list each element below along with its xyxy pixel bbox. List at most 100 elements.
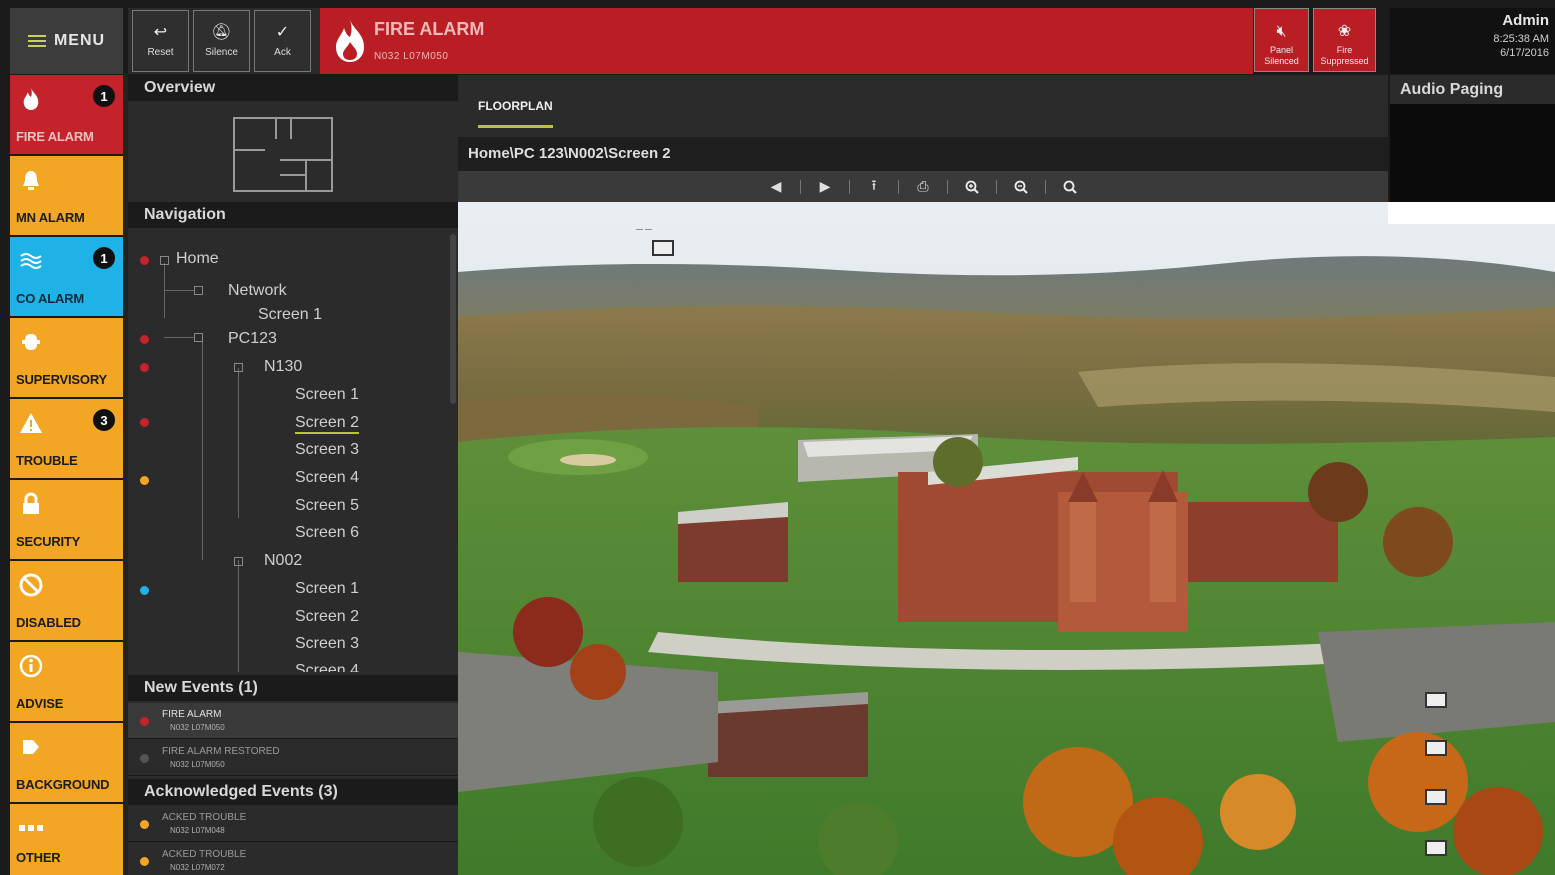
collapse-icon[interactable] [194,333,203,342]
audio-paging-header: Audio Paging [1390,75,1555,104]
user-name: Admin [1502,12,1549,29]
category-label: BACKGROUND [16,777,110,792]
menu-label: MENU [53,32,106,49]
category-mn-alarm[interactable]: MN ALARM [10,156,123,235]
tree-node-home[interactable]: Home [176,250,219,268]
tree-node-screen[interactable]: Screen 6 [295,524,359,542]
tree-node-screen[interactable]: Screen 5 [295,497,359,515]
device-marker[interactable] [1425,740,1447,756]
side-panel: Overview Navigation Home Network Screen … [128,75,458,875]
event-title: FIRE ALARM RESTORED [162,746,280,757]
tree-node-screen[interactable]: Screen 2 [295,608,359,626]
status-dot [140,857,149,866]
zoom-fit-icon[interactable] [1058,176,1082,198]
category-other[interactable]: OTHER [10,804,123,875]
event-subtitle: N032 L07M072 [170,863,225,872]
ack-events-header: Acknowledged Events (3) [128,779,458,805]
category-disabled[interactable]: DISABLED [10,561,123,640]
category-label: FIRE ALARM [16,129,94,144]
tree-node-screen[interactable]: Screen 1 [258,306,322,324]
action-toolbar: ↩ Reset 🔕︎ Silence ✓ Ack [128,8,320,74]
lock-icon [18,492,44,516]
event-row[interactable]: ACKED TROUBLE N032 L07M072 [128,843,458,875]
forward-icon[interactable]: ▶ [813,176,837,198]
status-dot [140,754,149,763]
new-events-header: New Events (1) [128,675,458,701]
collapse-icon[interactable] [194,286,203,295]
floorplan-image[interactable]: — — [458,202,1555,875]
device-marker[interactable] [1425,789,1447,805]
category-advise[interactable]: ADVISE [10,642,123,721]
event-subtitle: N032 L07M048 [170,826,225,835]
device-marker[interactable] [652,240,674,256]
status-dot [140,476,149,485]
event-row[interactable]: FIRE ALARM RESTORED N032 L07M050 [128,740,458,776]
ack-button[interactable]: ✓ Ack [254,10,311,72]
overview-header: Overview [128,75,458,101]
fire-suppressed-icon: ❀ [1337,22,1352,40]
tree-node-screen-selected[interactable]: Screen 2 [295,414,360,434]
navigation-tree: Home Network Screen 1 PC123 N130 Screen … [128,228,458,672]
collapse-icon[interactable] [234,557,243,566]
category-security[interactable]: SECURITY [10,480,123,559]
category-label: DISABLED [16,615,81,630]
event-title: ACKED TROUBLE [162,849,247,860]
category-trouble[interactable]: 3 TROUBLE [10,399,123,478]
category-background[interactable]: BACKGROUND [10,723,123,802]
gas-icon [18,249,44,273]
event-title: FIRE ALARM [162,709,222,720]
tree-node-screen[interactable]: Screen 1 [295,580,359,598]
tree-scrollbar[interactable] [450,234,456,404]
category-supervisory[interactable]: SUPERVISORY [10,318,123,397]
status-dot [140,418,149,427]
device-marker[interactable] [1425,840,1447,856]
tree-node-n002[interactable]: N002 [264,552,302,570]
status-label: Panel [1269,44,1294,55]
panel-silenced-status: 🔇︎ Panel Silenced [1254,8,1309,72]
tree-node-pc123[interactable]: PC123 [228,330,277,348]
category-label: ADVISE [16,696,64,711]
event-row[interactable]: ACKED TROUBLE N032 L07M048 [128,806,458,842]
floorplan-toolbar: ◀ ▶ ⭱ ⎙ [458,171,1388,202]
info-icon [18,654,44,678]
tree-node-screen[interactable]: Screen 1 [295,386,359,404]
count-badge: 1 [93,247,115,269]
status-dot [140,586,149,595]
silence-icon: 🔕︎ [211,23,232,41]
tree-node-screen[interactable]: Screen 3 [295,635,359,653]
reset-label: Reset [147,46,174,58]
tree-node-n130[interactable]: N130 [264,358,302,376]
zoom-out-icon[interactable] [1009,176,1033,198]
tab-floorplan[interactable]: FLOORPLAN [478,99,553,128]
category-co-alarm[interactable]: 1 CO ALARM [10,237,123,316]
menu-button[interactable]: MENU [10,8,123,74]
valve-icon [18,330,44,354]
event-row[interactable]: FIRE ALARM N032 L07M050 [128,703,458,739]
up-icon[interactable]: ⭱ [862,176,886,198]
category-label: TROUBLE [16,453,78,468]
device-marker[interactable] [1425,692,1447,708]
collapse-icon[interactable] [160,256,169,265]
breadcrumb: Home\PC 123\N002\Screen 2 [458,137,1388,171]
print-icon[interactable]: ⎙ [911,176,935,198]
category-fire-alarm[interactable]: 1 FIRE ALARM [10,75,123,154]
active-alarm-banner[interactable]: FIRE ALARM N032 L07M050 [320,8,1253,74]
silence-button[interactable]: 🔕︎ Silence [193,10,250,72]
reset-button[interactable]: ↩ Reset [132,10,189,72]
alarm-subtitle: N032 L07M050 [374,51,449,62]
navigation-header: Navigation [128,202,458,228]
zoom-in-icon[interactable] [960,176,984,198]
back-icon[interactable]: ◀ [764,176,788,198]
tree-node-screen[interactable]: Screen 3 [295,441,359,459]
clock-time: 8:25:38 AM [1493,33,1549,45]
status-label: Fire [1336,44,1353,55]
collapse-icon[interactable] [234,363,243,372]
tree-node-screen[interactable]: Screen 4 [295,469,359,487]
tree-node-screen[interactable]: Screen 4 [295,662,359,672]
silence-label: Silence [205,46,238,58]
background-icon [18,735,44,759]
tree-node-network[interactable]: Network [228,282,287,300]
overview-minimap[interactable] [233,117,333,192]
status-label: Suppressed [1320,55,1369,66]
user-info[interactable]: Admin 8:25:38 AM 6/17/2016 [1390,8,1555,74]
